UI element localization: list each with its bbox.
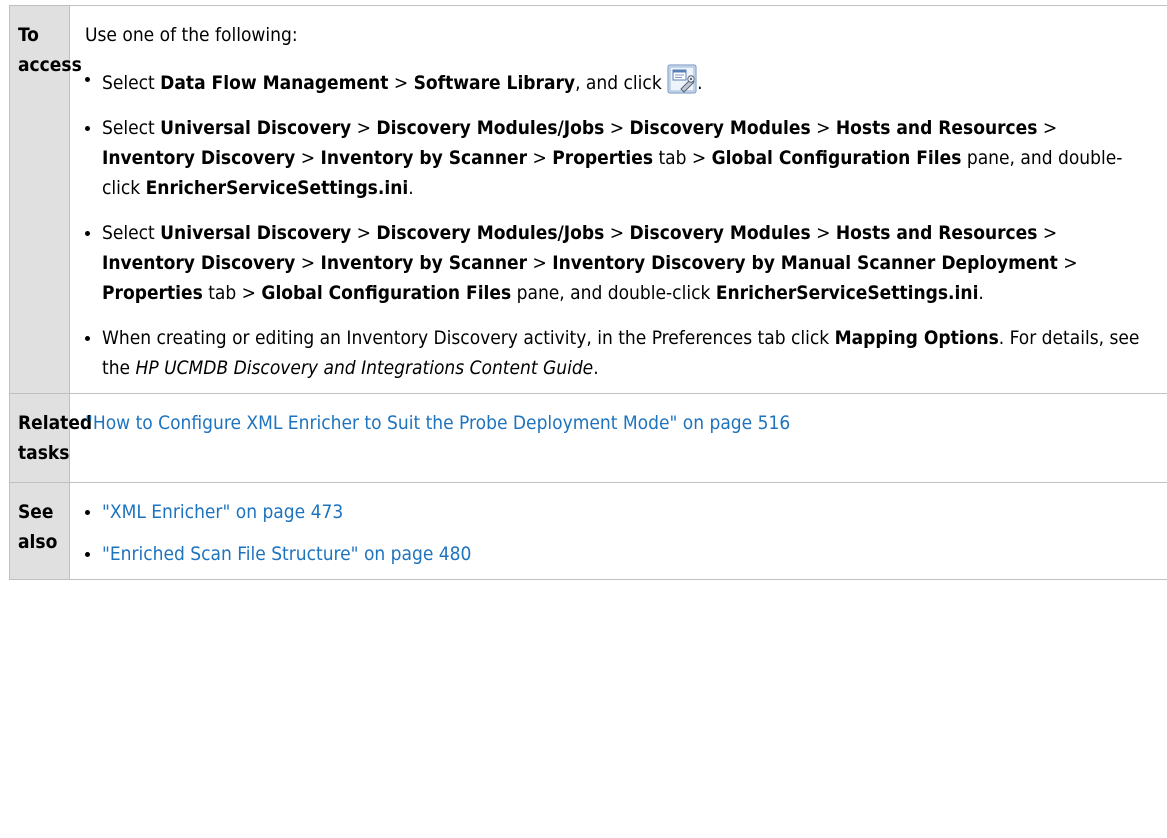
access-step-4: When creating or editing an Inventory Di… <box>85 323 1147 383</box>
to-access-row: To access Use one of the following: Sele… <box>9 5 1167 394</box>
to-access-header: To access <box>9 5 82 394</box>
bullet-icon <box>85 510 90 515</box>
ui-path-term: Inventory Discovery <box>102 252 296 274</box>
ui-path-term: Inventory Discovery by Manual Scanner De… <box>552 252 1058 274</box>
access-step-1: Select Data Flow Management > Software L… <box>85 64 1147 98</box>
ui-path-term: Discovery Modules/Jobs <box>376 222 605 244</box>
bullet-icon <box>85 231 90 236</box>
see-also-row: See also "XML Enricher" on page 473 "Enr… <box>9 482 1167 580</box>
see-also-link-enriched-scan[interactable]: "Enriched Scan File Structure" on page 4… <box>102 543 471 565</box>
ui-path-term: Universal Discovery <box>160 222 352 244</box>
info-table: To access Use one of the following: Sele… <box>9 5 1167 580</box>
ui-path-term: Discovery Modules/Jobs <box>376 117 605 139</box>
access-steps-list: Select Data Flow Management > Software L… <box>85 64 1147 383</box>
to-access-content: Use one of the following: Select Data Fl… <box>69 5 1167 394</box>
access-intro: Use one of the following: <box>85 24 298 46</box>
related-task-link[interactable]: "How to Configure XML Enricher to Suit t… <box>85 412 790 434</box>
ui-path-term: EnricherServiceSettings.ini <box>715 282 979 304</box>
guide-title: HP UCMDB Discovery and Integrations Cont… <box>135 357 594 379</box>
related-tasks-row: Related tasks "How to Configure XML Enri… <box>9 393 1167 483</box>
ui-path-term: Global Configuration Files <box>261 282 512 304</box>
bullet-icon <box>85 126 90 131</box>
software-library-tool-icon[interactable] <box>667 64 697 94</box>
ui-path-term: Discovery Modules <box>629 117 811 139</box>
see-also-item: "Enriched Scan File Structure" on page 4… <box>85 539 1147 569</box>
ui-path-term: Inventory Discovery <box>102 147 296 169</box>
ui-path-term: Universal Discovery <box>160 117 352 139</box>
related-tasks-header: Related tasks <box>9 393 92 483</box>
ui-path-term: Inventory by Scanner <box>320 252 528 274</box>
see-also-item: "XML Enricher" on page 473 <box>85 497 1147 527</box>
see-also-header: See also <box>9 482 70 580</box>
ui-path-term: Data Flow Management <box>160 72 389 94</box>
ui-path-term: Properties <box>552 147 654 169</box>
ui-path-term: Hosts and Resources <box>835 222 1038 244</box>
ui-path-term: Software Library <box>413 72 576 94</box>
ui-path-term: Hosts and Resources <box>835 117 1038 139</box>
ui-path-term: Mapping Options <box>834 327 999 349</box>
see-also-list: "XML Enricher" on page 473 "Enriched Sca… <box>85 497 1147 569</box>
bullet-icon <box>85 552 90 557</box>
bullet-icon <box>85 77 90 82</box>
ui-path-term: Inventory by Scanner <box>320 147 528 169</box>
access-step-3: Select Universal Discovery > Discovery M… <box>85 218 1147 308</box>
ui-path-term: Properties <box>102 282 203 304</box>
ui-path-term: Global Configuration Files <box>711 147 962 169</box>
access-step-2: Select Universal Discovery > Discovery M… <box>85 113 1147 203</box>
see-also-link-xml-enricher[interactable]: "XML Enricher" on page 473 <box>102 501 343 523</box>
bullet-icon <box>85 336 90 341</box>
see-also-content: "XML Enricher" on page 473 "Enriched Sca… <box>69 482 1167 580</box>
ui-path-term: Discovery Modules <box>629 222 811 244</box>
ui-path-term: EnricherServiceSettings.ini <box>145 177 409 199</box>
related-tasks-content: "How to Configure XML Enricher to Suit t… <box>69 393 1167 483</box>
